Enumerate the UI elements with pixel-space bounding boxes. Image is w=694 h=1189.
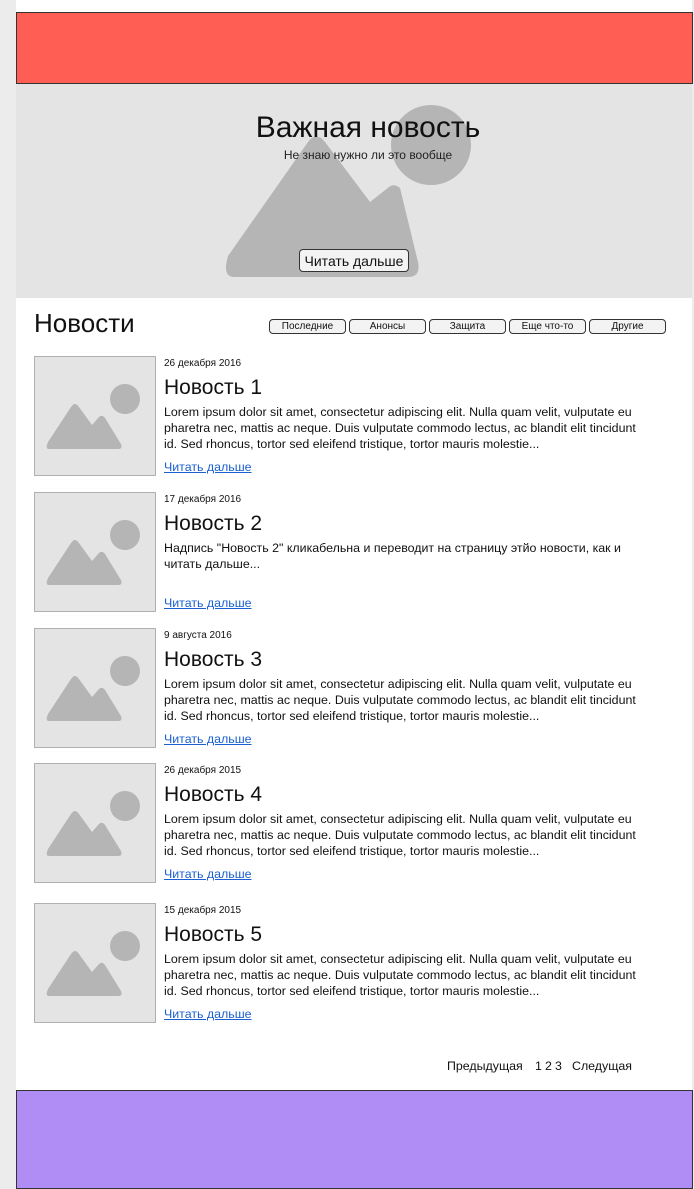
news-title[interactable]: Новость 5: [164, 923, 262, 947]
news-excerpt: Lorem ipsum dolor sit amet, consectetur …: [164, 812, 636, 858]
tab-announcements[interactable]: Анонсы: [349, 319, 426, 334]
news-date: 17 декабря 2016: [164, 494, 242, 505]
pagination-next[interactable]: Следущая: [572, 1059, 632, 1073]
pagination-page-2[interactable]: 2: [545, 1059, 552, 1073]
news-date: 15 декабря 2015: [164, 905, 242, 916]
read-more-link[interactable]: Читать дальше: [164, 596, 252, 610]
tab-something-else[interactable]: Еще что-то: [509, 319, 586, 334]
news-thumbnail: [34, 356, 156, 476]
news-excerpt: Lorem ipsum dolor sit amet, consectetur …: [164, 405, 636, 451]
news-item: 26 декабря 2016 Новость 1 Lorem ipsum do…: [34, 356, 674, 478]
read-more-link[interactable]: Читать дальше: [164, 867, 252, 881]
read-more-link[interactable]: Читать дальше: [164, 732, 252, 746]
top-banner: [16, 12, 693, 84]
news-item: 26 декабря 2015 Новость 4 Lorem ipsum do…: [34, 763, 674, 885]
news-title[interactable]: Новость 4: [164, 783, 262, 807]
read-more-link[interactable]: Читать дальше: [164, 1007, 252, 1021]
image-placeholder-icon: [46, 931, 140, 996]
news-item: 15 декабря 2015 Новость 5 Lorem ipsum do…: [34, 903, 674, 1025]
news-excerpt: Надпись "Новость 2" кликабельна и перево…: [164, 541, 621, 571]
news-thumbnail: [34, 628, 156, 748]
news-item: 17 декабря 2016 Новость 2 Надпись "Новос…: [34, 492, 674, 614]
news-title[interactable]: Новость 2: [164, 512, 262, 536]
hero-section: Важная новость Не знаю нужно ли это вооб…: [16, 84, 692, 298]
image-placeholder-icon: [46, 656, 140, 721]
hero-read-more-button[interactable]: Читать дальше: [299, 249, 409, 272]
image-placeholder-icon: [46, 791, 140, 856]
news-thumbnail: [34, 763, 156, 883]
news-title[interactable]: Новость 3: [164, 648, 262, 672]
news-thumbnail: [34, 903, 156, 1023]
news-date: 26 декабря 2016: [164, 358, 242, 369]
pagination-prev[interactable]: Предыдущая: [447, 1059, 523, 1073]
image-placeholder-icon: [46, 384, 140, 449]
tab-other[interactable]: Другие: [589, 319, 666, 334]
pagination-page-3[interactable]: 3: [555, 1059, 562, 1073]
news-item: 9 августа 2016 Новость 3 Lorem ipsum dol…: [34, 628, 674, 750]
news-date: 26 декабря 2015: [164, 765, 242, 776]
news-thumbnail: [34, 492, 156, 612]
tab-protection[interactable]: Защита: [429, 319, 506, 334]
news-excerpt: Lorem ipsum dolor sit amet, consectetur …: [164, 952, 636, 998]
news-heading: Новости: [34, 308, 135, 338]
news-excerpt: Lorem ipsum dolor sit amet, consectetur …: [164, 677, 636, 723]
image-placeholder-icon: [46, 520, 140, 585]
tab-latest[interactable]: Последние: [269, 319, 346, 334]
pagination-page-1[interactable]: 1: [535, 1059, 542, 1073]
hero-title: Важная новость: [255, 111, 481, 144]
footer: [16, 1090, 693, 1189]
hero-subtitle: Не знаю нужно ли это вообще: [283, 148, 453, 162]
news-date: 9 августа 2016: [164, 630, 232, 641]
read-more-link[interactable]: Читать дальше: [164, 460, 252, 474]
news-title[interactable]: Новость 1: [164, 376, 262, 400]
